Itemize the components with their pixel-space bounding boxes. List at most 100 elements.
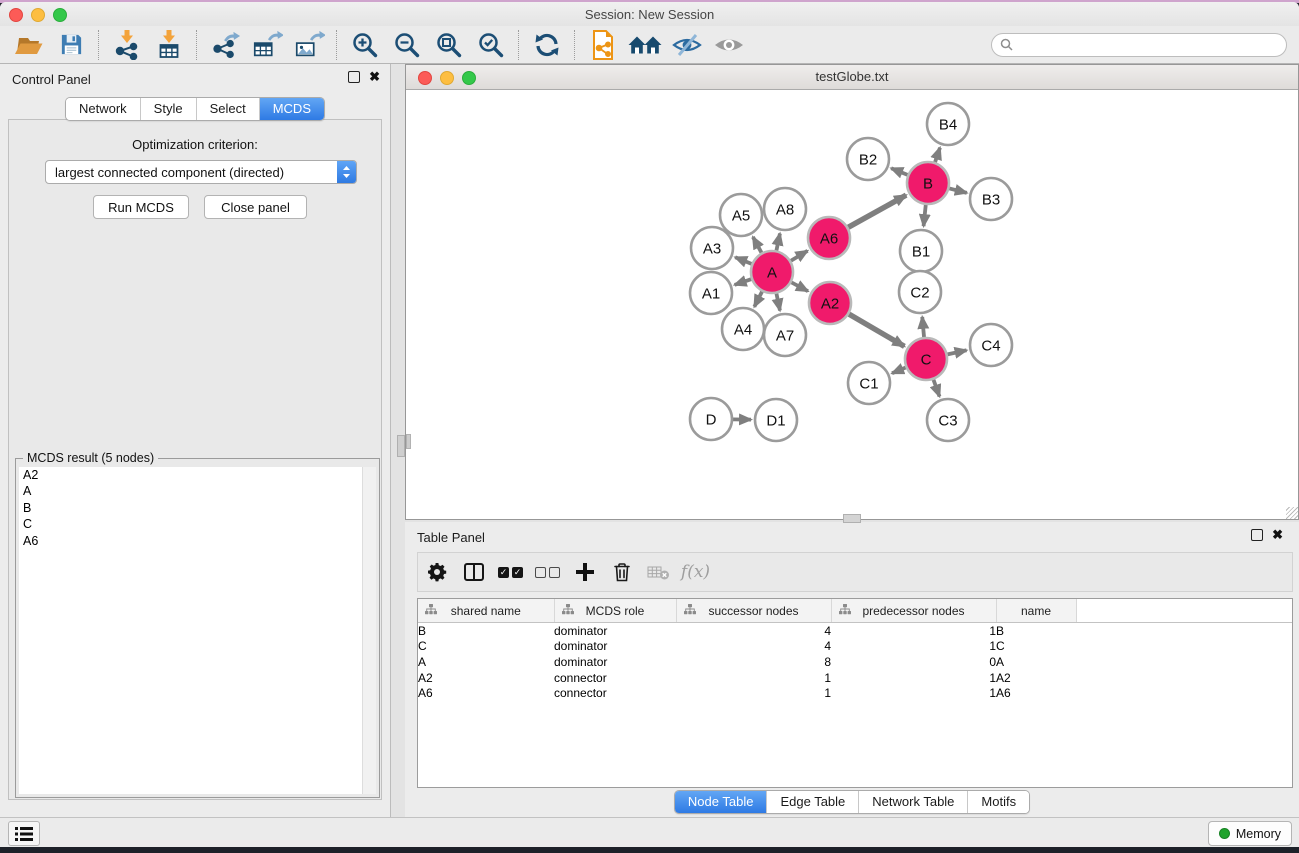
graph-edge-C-C3[interactable] <box>933 380 939 397</box>
deselect-all-button[interactable] <box>529 555 566 589</box>
network-canvas[interactable]: B4B2B3A5A8A3B1A1C2A4A7C4C1C3DD1BA6AA2C <box>406 90 1298 519</box>
tab-select[interactable]: Select <box>196 98 259 120</box>
table-row[interactable]: Adominator80A <box>418 654 1292 670</box>
splitter-handle[interactable] <box>397 435 405 457</box>
table-row[interactable]: A6connector11A6 <box>418 685 1292 701</box>
task-history-button[interactable] <box>8 821 40 846</box>
tab-mcds[interactable]: MCDS <box>259 98 324 120</box>
table-cell[interactable]: connector <box>554 685 676 701</box>
table-cell[interactable]: A2 <box>418 670 554 686</box>
criterion-dropdown[interactable]: largest connected component (directed) <box>45 160 357 184</box>
open-file-button[interactable] <box>8 29 50 61</box>
table-cell[interactable]: 1 <box>831 623 996 639</box>
table-cell[interactable]: A <box>418 654 554 670</box>
table-cell[interactable]: 1 <box>676 685 831 701</box>
search-input[interactable] <box>1018 37 1278 53</box>
graph-edge-B-B1[interactable] <box>924 205 926 226</box>
show-graphics-details-button[interactable] <box>708 29 750 61</box>
table-cell[interactable]: 1 <box>831 639 996 655</box>
zoom-selected-button[interactable] <box>470 29 512 61</box>
close-panel-icon[interactable]: ✖ <box>369 71 380 83</box>
table-cell[interactable]: 4 <box>676 623 831 639</box>
table-cell[interactable]: dominator <box>554 639 676 655</box>
export-network-button[interactable] <box>204 29 246 61</box>
graph-edge-A6-B[interactable] <box>848 195 906 227</box>
table-cell[interactable]: B <box>418 623 554 639</box>
import-network-button[interactable] <box>106 29 148 61</box>
tab-node-table[interactable]: Node Table <box>675 791 767 813</box>
float-table-panel-icon[interactable] <box>1251 529 1263 541</box>
tab-style[interactable]: Style <box>140 98 196 120</box>
graph-edge-A-A8[interactable] <box>776 233 780 250</box>
column-header-successor-nodes[interactable]: successor nodes <box>676 599 831 623</box>
tab-network-table[interactable]: Network Table <box>858 791 967 813</box>
table-cell[interactable]: 1 <box>831 670 996 686</box>
graph-edge-B-B2[interactable] <box>891 168 907 175</box>
table-cell[interactable]: 0 <box>831 654 996 670</box>
graph-edge-A-A4[interactable] <box>754 292 762 307</box>
table-cell[interactable]: 1 <box>676 670 831 686</box>
table-row[interactable]: Cdominator41C <box>418 639 1292 655</box>
table-cell[interactable]: A6 <box>418 685 554 701</box>
delete-column-button[interactable] <box>603 555 640 589</box>
tab-network[interactable]: Network <box>66 98 140 120</box>
function-builder-button[interactable]: f(x) <box>677 555 714 589</box>
column-header-shared-name[interactable]: shared name <box>418 599 554 623</box>
apply-layout-button[interactable] <box>526 29 568 61</box>
graph-edge-A-A2[interactable] <box>791 282 808 291</box>
table-cell[interactable]: C <box>418 639 554 655</box>
memory-button[interactable]: Memory <box>1208 821 1292 846</box>
graph-edge-A-A6[interactable] <box>791 251 808 261</box>
table-cell[interactable]: 1 <box>831 685 996 701</box>
float-panel-icon[interactable] <box>348 71 360 83</box>
search-field[interactable] <box>991 33 1287 57</box>
graph-edge-B-B4[interactable] <box>935 148 940 162</box>
table-row[interactable]: A2connector11A2 <box>418 670 1292 686</box>
tab-motifs[interactable]: Motifs <box>967 791 1029 813</box>
graph-edge-C-C2[interactable] <box>922 317 924 337</box>
table-settings-button[interactable] <box>418 555 455 589</box>
new-network-from-file-button[interactable] <box>582 29 624 61</box>
graph-edge-A-A1[interactable] <box>735 279 752 285</box>
graph-edge-C-C1[interactable] <box>892 368 906 374</box>
graph-edge-B-B3[interactable] <box>949 188 966 192</box>
zoom-in-button[interactable] <box>344 29 386 61</box>
panel-splitter[interactable] <box>391 64 405 818</box>
table-cell[interactable]: B <box>996 623 1076 639</box>
add-column-button[interactable] <box>566 555 603 589</box>
canvas-bottom-handle[interactable] <box>843 514 861 523</box>
zoom-out-button[interactable] <box>386 29 428 61</box>
graph-edge-A2-C[interactable] <box>849 314 904 346</box>
result-scrollbar[interactable] <box>362 467 376 794</box>
mcds-result-list[interactable]: A2ABCA6 <box>19 467 376 794</box>
graph-edge-A-A5[interactable] <box>753 237 762 253</box>
export-image-button[interactable] <box>288 29 330 61</box>
resize-grip-icon[interactable] <box>1286 507 1298 519</box>
column-header-predecessor-nodes[interactable]: predecessor nodes <box>831 599 996 623</box>
close-table-panel-icon[interactable]: ✖ <box>1272 529 1283 541</box>
delete-table-button[interactable] <box>640 555 677 589</box>
table-cell[interactable]: dominator <box>554 623 676 639</box>
select-all-button[interactable]: ✓✓ <box>492 555 529 589</box>
table-cell[interactable]: 4 <box>676 639 831 655</box>
table-cell[interactable]: A <box>996 654 1076 670</box>
graph-edge-A-A7[interactable] <box>776 294 780 311</box>
table-cell[interactable]: A2 <box>996 670 1076 686</box>
export-table-button[interactable] <box>246 29 288 61</box>
table-cell[interactable]: 8 <box>676 654 831 670</box>
column-header-MCDS-role[interactable]: MCDS role <box>554 599 676 623</box>
graph-edge-A-A3[interactable] <box>735 257 751 264</box>
table-cell[interactable]: C <box>996 639 1076 655</box>
hide-graphics-details-button[interactable] <box>666 29 708 61</box>
zoom-fit-button[interactable] <box>428 29 470 61</box>
table-cell[interactable]: dominator <box>554 654 676 670</box>
canvas-left-handle[interactable] <box>406 434 411 449</box>
tab-edge-table[interactable]: Edge Table <box>766 791 858 813</box>
save-session-button[interactable] <box>50 29 92 61</box>
table-cell[interactable]: A6 <box>996 685 1076 701</box>
close-panel-button[interactable]: Close panel <box>204 195 307 219</box>
show-network-overview-button[interactable] <box>624 29 666 61</box>
graph-edge-C-C4[interactable] <box>948 350 967 354</box>
table-row[interactable]: Bdominator41B <box>418 623 1292 639</box>
show-column-panel-button[interactable] <box>455 555 492 589</box>
